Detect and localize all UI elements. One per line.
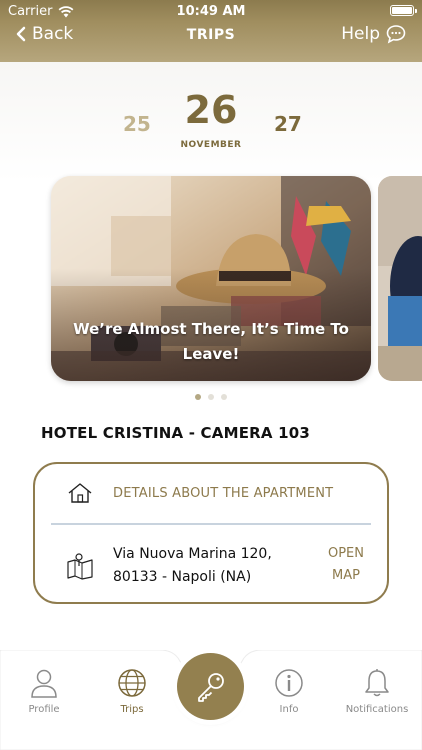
carousel-page-indicator xyxy=(0,385,422,404)
trip-card[interactable]: We’re Almost There, It’s Time To Leave! xyxy=(51,176,371,381)
battery-icon xyxy=(390,5,417,16)
tab-profile[interactable]: Profile xyxy=(4,668,84,715)
help-label: Help xyxy=(341,24,380,44)
map-icon xyxy=(67,553,93,580)
open-map-button[interactable]: OPEN MAP xyxy=(317,543,375,587)
address-row: Via Nuova Marina 120, 80133 - Napoli (NA… xyxy=(35,527,387,604)
page-dot-2 xyxy=(208,394,214,400)
open-map-label-2: MAP xyxy=(332,568,360,583)
trip-card-caption: We’re Almost There, It’s Time To Leave! xyxy=(73,320,349,363)
bell-icon xyxy=(365,669,389,697)
date-current-day: 26 xyxy=(184,88,238,132)
help-button[interactable]: Help xyxy=(341,24,406,44)
globe-icon xyxy=(118,669,146,697)
hotel-title: HOTEL CRISTINA - CAMERA 103 xyxy=(41,424,311,442)
clock: 10:49 AM xyxy=(176,4,246,19)
page-dot-1 xyxy=(194,394,201,400)
trip-carousel[interactable]: We’re Almost There, It’s Time To Leave! xyxy=(0,176,422,386)
info-icon xyxy=(275,669,303,697)
tab-profile-label: Profile xyxy=(28,704,60,715)
key-icon xyxy=(197,672,224,702)
next-card-photo xyxy=(378,176,422,381)
tab-trips[interactable]: Trips xyxy=(92,668,172,715)
date-current-month: NOVEMBER xyxy=(180,140,242,150)
address-line-2: 80133 - Napoli (NA) xyxy=(113,569,252,585)
tab-info-label: Info xyxy=(279,704,299,715)
address-line-1: Via Nuova Marina 120, xyxy=(113,546,272,562)
date-next-day[interactable]: 27 xyxy=(274,112,302,136)
person-icon xyxy=(31,669,57,698)
status-bar: Carrier 10:49 AM xyxy=(0,0,422,22)
chat-bubble-icon xyxy=(386,25,406,44)
open-map-label-1: OPEN xyxy=(327,546,364,561)
tab-info[interactable]: Info xyxy=(249,668,329,715)
page-dot-3 xyxy=(221,394,228,400)
apartment-details-row[interactable]: DETAILS ABOUT THE APARTMENT xyxy=(35,464,387,525)
tab-notifications-label: Notifications xyxy=(345,704,409,715)
apartment-info-card: DETAILS ABOUT THE APARTMENT Via Nuova Ma… xyxy=(33,462,389,604)
address-text: Via Nuova Marina 120, 80133 - Napoli (NA… xyxy=(113,543,293,589)
tab-trips-label: Trips xyxy=(120,704,144,715)
date-picker: 25 26 NOVEMBER 27 xyxy=(0,88,422,158)
info-divider xyxy=(51,523,371,525)
house-icon xyxy=(68,483,92,503)
apartment-details-label: DETAILS ABOUT THE APARTMENT xyxy=(113,486,334,501)
tab-notifications[interactable]: Notifications xyxy=(337,668,417,715)
key-button[interactable] xyxy=(177,653,244,720)
trip-card-next-preview[interactable] xyxy=(378,176,422,381)
nav-bar: Back TRIPS Help xyxy=(0,22,422,62)
